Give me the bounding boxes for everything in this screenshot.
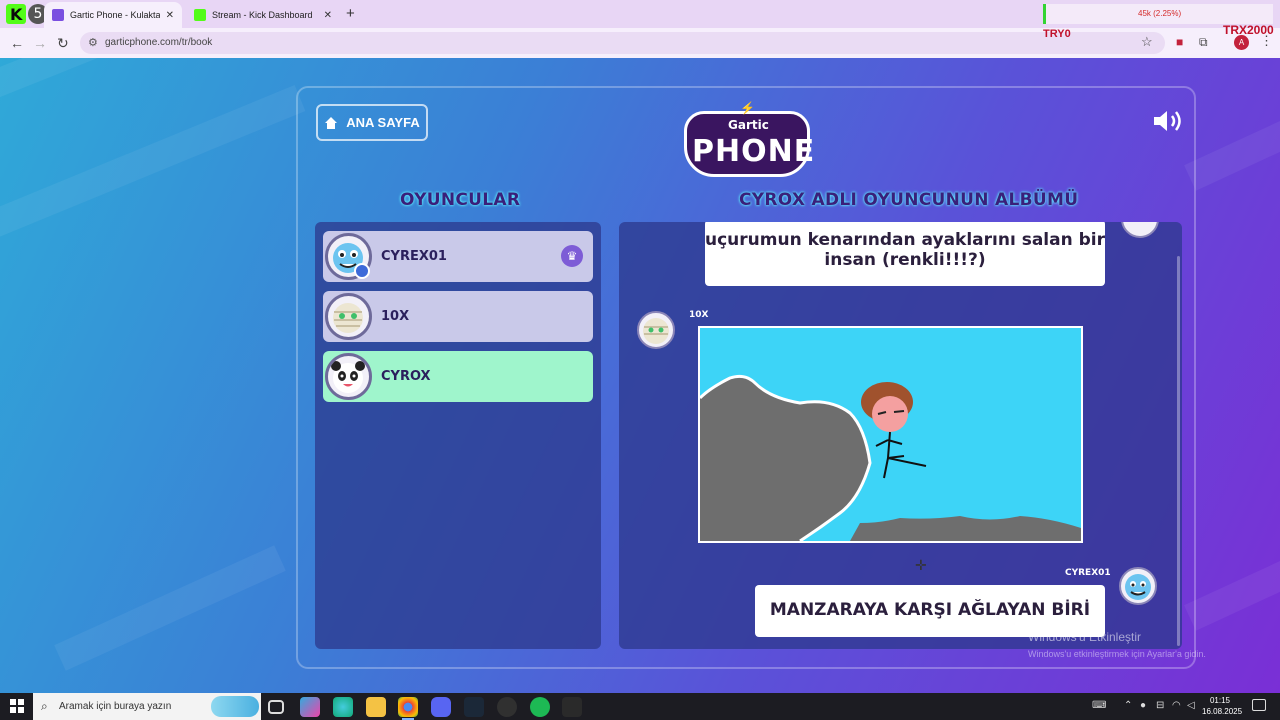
address-bar[interactable]: ⚙ garticphone.com/tr/book [80,32,1165,54]
microphone-icon[interactable]: ● [1140,700,1146,711]
browser-address-row: ← → ↻ ⚙ garticphone.com/tr/book TRY0 TRX… [0,23,1280,58]
player-drawing [698,326,1083,543]
network-icon[interactable]: ⊟ [1156,700,1164,711]
cliff-drawing-canvas [700,374,1081,541]
extensions-puzzle-icon[interactable]: ⧉ [1199,35,1208,50]
windows-activation-subtitle: Windows'u etkinleştirmek için Ayarlar'a … [1028,649,1206,659]
windows-activation-title: Windows'u Etkinleştir [1028,630,1141,644]
copilot-icon[interactable] [300,697,320,717]
mummy-avatar [325,293,372,340]
new-tab-icon[interactable]: + [346,5,355,22]
album-title: CYROX ADLI OYUNCUNUN ALBÜMÜ [739,190,1079,210]
mummy-avatar [637,311,675,349]
player-row-cyrox[interactable]: CYROX [323,351,593,402]
forward-arrow-icon[interactable]: → [33,35,47,51]
yeti-avatar [1119,567,1157,605]
tab-close-icon[interactable]: ✕ [166,10,174,21]
steam-icon[interactable] [464,697,484,717]
taskbar-search-box[interactable]: ⌕ Aramak için buraya yazın [33,693,261,720]
profile-avatar[interactable]: A [1234,35,1249,50]
taskbar-clock[interactable]: 01:15 16.08.2025 [1202,695,1243,717]
yeti-avatar [1121,222,1159,238]
sound-toggle-icon[interactable] [1152,108,1186,134]
tab-close-icon[interactable]: ✕ [324,10,332,21]
drawing-author-label: 10X [689,310,709,320]
player-name: CYREX01 [381,249,447,264]
tab-gartic-phone[interactable]: Gartic Phone - Kulaktan Kulağa ✕ [44,2,182,28]
task-view-icon[interactable] [268,700,284,714]
kick-favicon-icon [194,9,206,21]
first-prompt-bubble: uçurumun kenarından ayaklarını salan bir… [705,222,1105,286]
final-author-label: CYREX01 [1065,568,1111,578]
discord-icon[interactable] [431,697,451,717]
obs-icon[interactable] [497,697,517,717]
browser-tab-bar: 5 Gartic Phone - Kulaktan Kulağa ✕ Strea… [0,0,1280,28]
windows-start-icon[interactable] [10,699,24,713]
album-scrollbar[interactable] [1177,256,1180,646]
tray-chevron-icon[interactable]: ⌃ [1124,700,1132,711]
spotify-icon[interactable] [530,697,550,717]
overlay-try-label: TRY0 [1043,28,1071,40]
tab-title: Gartic Phone - Kulaktan Kulağa [70,10,160,20]
gartic-phone-page: ANA SAYFA ⚡ Gartic PHONE OYUNCULAR CYROX… [0,58,1280,693]
stream-stat: 45k (2.25%) [1138,9,1182,18]
gartic-phone-logo: ⚡ Gartic PHONE [684,101,814,179]
site-info-icon[interactable]: ⚙ [88,36,98,49]
edge-icon[interactable] [333,697,353,717]
home-icon [325,116,338,129]
clock-date: 16.08.2025 [1202,707,1243,716]
crown-icon: ♛ [561,245,583,267]
tab-kick-dashboard[interactable]: Stream - Kick Dashboard ✕ [186,2,340,28]
player-name: CYROX [381,369,431,384]
bookmark-star-icon[interactable]: ☆ [1141,34,1153,50]
keyboard-icon[interactable]: ⌨ [1092,700,1106,711]
browser-menu-icon[interactable]: ⋮ [1260,33,1273,49]
volume-icon[interactable]: ◁ [1187,700,1195,711]
player-row-10x[interactable]: 10X [323,291,593,342]
search-highlight-image [211,696,259,717]
player-row-cyrex01[interactable]: CYREX01 ♛ [323,231,593,282]
wifi-icon[interactable]: ◠ [1172,700,1181,711]
chrome-icon[interactable] [398,697,418,720]
reload-icon[interactable]: ↻ [57,35,69,52]
tab-title: Stream - Kick Dashboard [212,10,313,20]
search-icon: ⌕ [41,699,48,713]
players-title: OYUNCULAR [400,190,521,210]
stream-overlay-bar: 45k (2.25%) [1043,4,1273,24]
home-button-label: ANA SAYFA [346,115,420,130]
url-text: garticphone.com/tr/book [105,37,213,48]
player-name: 10X [381,309,410,324]
gartic-app-icon[interactable] [562,697,582,717]
extension-icon[interactable]: ■ [1176,35,1183,49]
clock-time: 01:15 [1209,696,1231,705]
search-placeholder: Aramak için buraya yazın [59,701,172,712]
gartic-favicon-icon [52,9,64,21]
notification-icon[interactable] [1252,699,1266,711]
players-panel: CYREX01 ♛ 10X CYROX [315,222,601,649]
host-user-icon [354,263,370,279]
file-explorer-icon[interactable] [366,697,386,717]
lightning-icon: ⚡ [740,101,755,115]
panda-avatar [325,353,372,400]
kick-logo-icon [6,4,26,24]
cursor-crosshair-icon: ✛ [915,557,927,573]
windows-taskbar: ⌕ Aramak için buraya yazın ⌨ ⌃ ● ⊟ ◠ ◁ 0… [0,693,1280,720]
home-button[interactable]: ANA SAYFA [316,104,428,141]
back-arrow-icon[interactable]: ← [10,35,24,51]
album-panel[interactable]: uçurumun kenarından ayaklarını salan bir… [619,222,1182,649]
